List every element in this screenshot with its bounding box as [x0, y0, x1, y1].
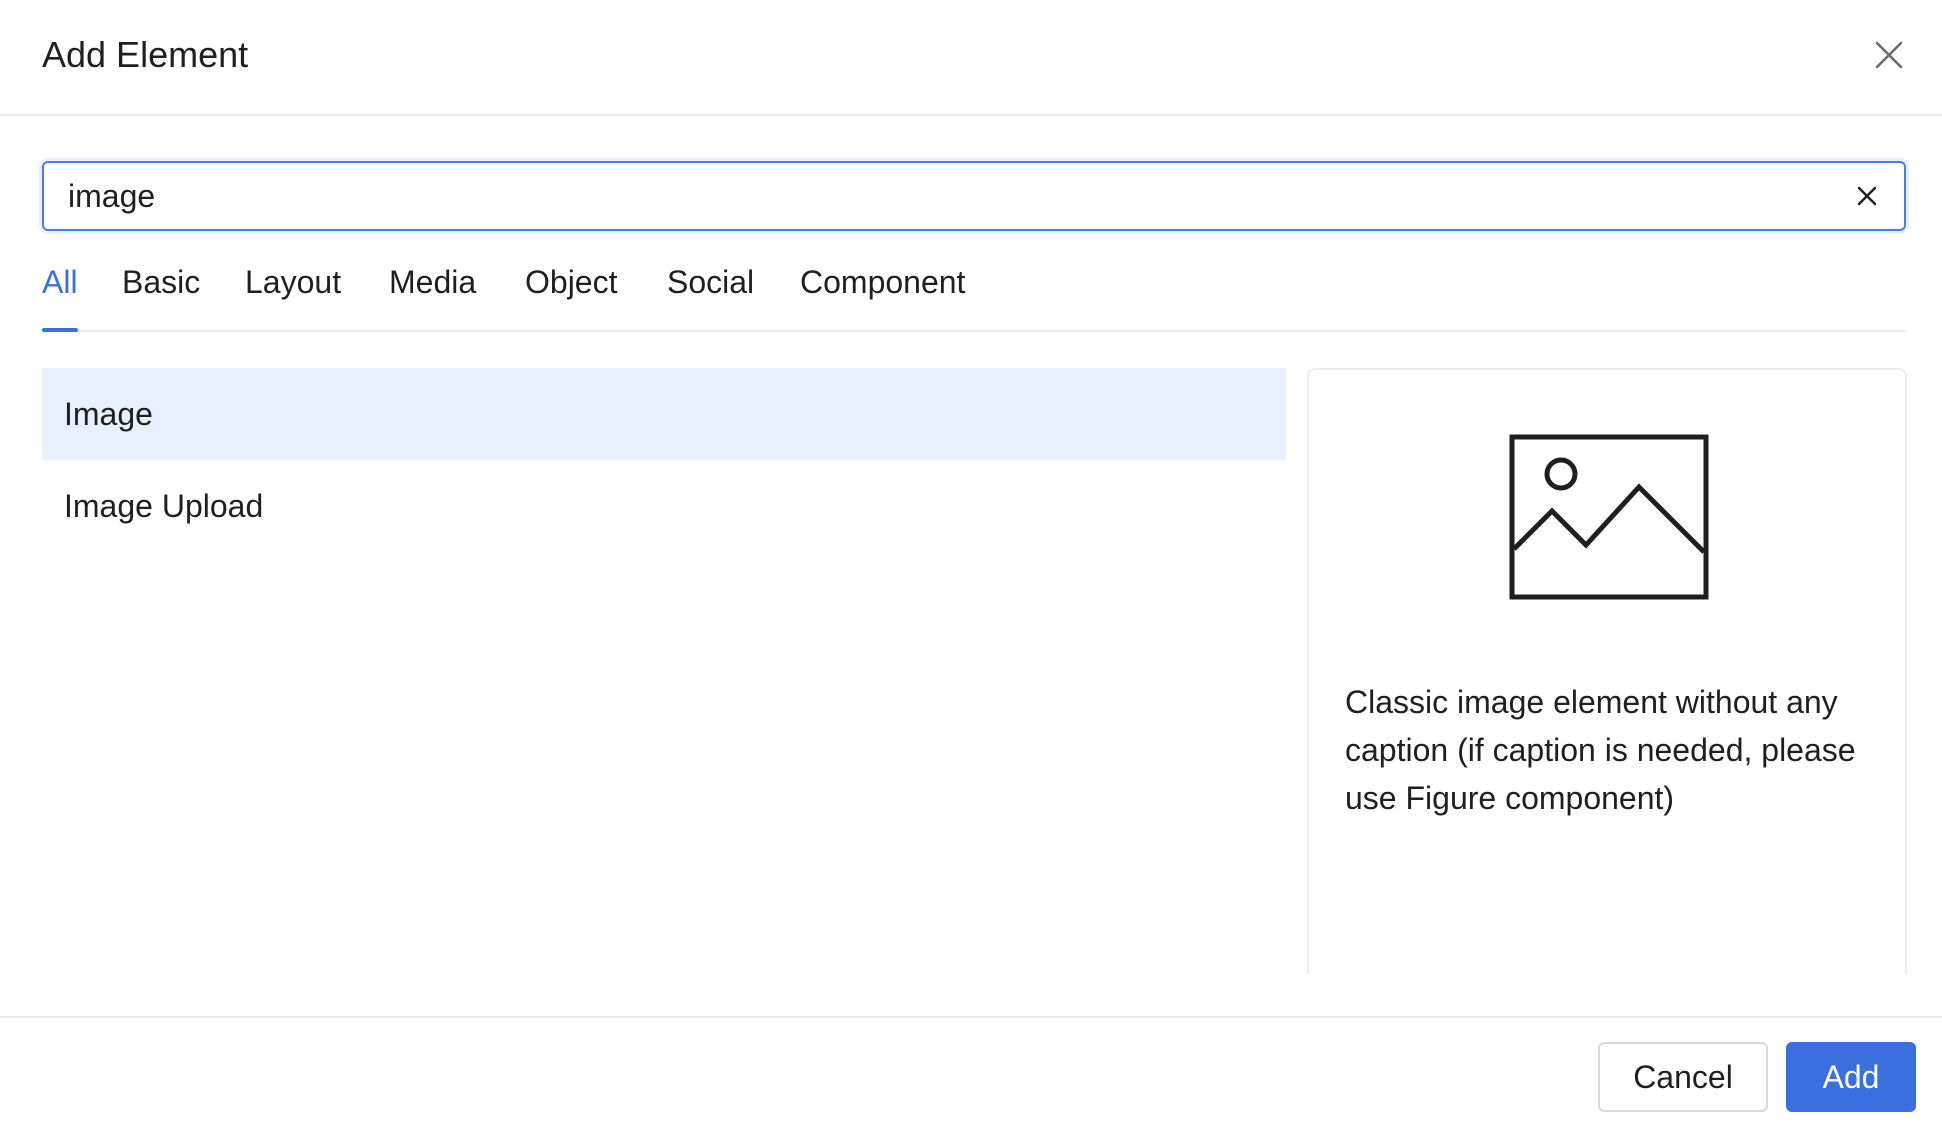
category-tabs: All Basic Layout Media Object Social Com… — [42, 258, 1906, 332]
list-item-image[interactable]: Image — [42, 368, 1286, 460]
tab-all[interactable]: All — [42, 258, 78, 332]
cancel-button[interactable]: Cancel — [1598, 1042, 1768, 1112]
add-button[interactable]: Add — [1786, 1042, 1916, 1112]
preview-panel: Classic image element without any captio… — [1307, 368, 1907, 974]
tab-social[interactable]: Social — [667, 258, 754, 330]
preview-description: Classic image element without any captio… — [1345, 684, 1856, 816]
clear-search-button[interactable] — [1850, 179, 1884, 213]
search-box — [42, 161, 1906, 231]
search-input[interactable] — [68, 163, 1828, 229]
tab-component[interactable]: Component — [800, 258, 965, 330]
tab-media[interactable]: Media — [389, 258, 476, 330]
tab-basic[interactable]: Basic — [122, 258, 200, 330]
dialog-header: Add Element — [0, 0, 1942, 116]
tab-layout[interactable]: Layout — [245, 258, 341, 330]
clear-icon — [1857, 186, 1877, 206]
add-element-dialog: Add Element All Basic Layout Media Objec… — [0, 0, 1942, 1126]
list-item-image-upload[interactable]: Image Upload — [42, 460, 1286, 552]
dialog-title: Add Element — [42, 34, 249, 75]
close-icon — [1875, 41, 1903, 69]
image-placeholder-icon — [1509, 434, 1709, 600]
results-list: Image Image Upload — [42, 368, 1286, 552]
dialog-footer: Cancel Add — [0, 1016, 1942, 1126]
tab-object[interactable]: Object — [525, 258, 617, 330]
close-button[interactable] — [1864, 30, 1914, 80]
